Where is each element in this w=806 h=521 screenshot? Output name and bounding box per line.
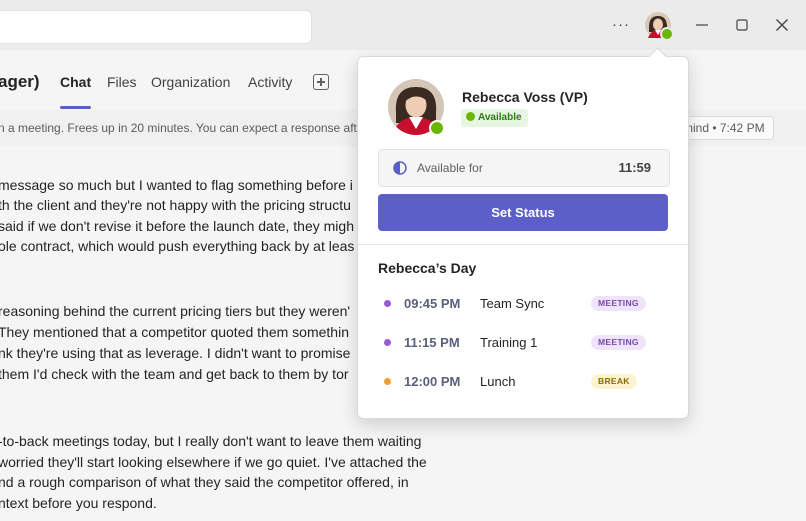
message-line: -to-back meetings today, but I really do… xyxy=(0,433,422,449)
event-title: Training 1 xyxy=(480,335,538,350)
status-badge-label: Available xyxy=(478,112,522,123)
event-dot-icon xyxy=(384,339,391,346)
tab-chat[interactable]: Chat xyxy=(60,74,91,90)
message-line: They mentioned that a competitor quoted … xyxy=(0,324,349,340)
schedule-event[interactable]: 12:00 PM Lunch BREAK xyxy=(358,371,688,393)
profile-avatar-button[interactable] xyxy=(645,12,674,41)
event-time: 11:15 PM xyxy=(404,335,460,350)
status-banner-text: n a meeting. Frees up in 20 minutes. You… xyxy=(0,121,364,135)
profile-photo xyxy=(388,79,445,136)
divider xyxy=(358,244,688,245)
event-dot-icon xyxy=(384,378,391,385)
timer-icon xyxy=(393,161,407,175)
event-title: Team Sync xyxy=(480,296,545,311)
maximize-icon[interactable] xyxy=(732,15,752,35)
close-icon[interactable] xyxy=(772,15,792,35)
set-status-button[interactable]: Set Status xyxy=(378,194,668,231)
message-line: ntext before you respond. xyxy=(0,495,157,511)
profile-card-popover: Rebecca Voss (VP) Available Available fo… xyxy=(357,56,689,419)
event-tag: MEETING xyxy=(591,335,646,350)
available-for-time: 11:59 xyxy=(618,160,651,175)
event-dot-icon xyxy=(384,300,391,307)
message-line: message so much but I wanted to flag som… xyxy=(0,177,353,193)
event-tag: BREAK xyxy=(591,374,637,389)
add-tab-icon[interactable] xyxy=(313,74,329,90)
presence-available-icon xyxy=(660,27,674,41)
title-bar: ··· xyxy=(0,0,806,50)
presence-available-icon xyxy=(429,120,445,136)
message-line: ole contract, which would push everythin… xyxy=(0,238,355,254)
profile-name: Rebecca Voss (VP) xyxy=(462,89,588,105)
message-line: nk they're using that as leverage. I did… xyxy=(0,345,351,361)
day-heading: Rebecca’s Day xyxy=(378,260,477,276)
message-line: worried they'll start looking elsewhere … xyxy=(0,454,427,470)
status-badge[interactable]: Available xyxy=(461,109,528,127)
minimize-icon[interactable] xyxy=(692,15,712,35)
tab-activity[interactable]: Activity xyxy=(248,74,292,90)
message-line: them I'd check with the team and get bac… xyxy=(0,366,349,382)
message-line: th the client and they're not happy with… xyxy=(0,197,351,213)
message-line: nd a rough comparison of what they said … xyxy=(0,474,409,490)
schedule-event[interactable]: 11:15 PM Training 1 MEETING xyxy=(358,332,688,354)
active-tab-indicator xyxy=(60,106,91,109)
schedule-event[interactable]: 09:45 PM Team Sync MEETING xyxy=(358,293,688,315)
chat-title: ager) xyxy=(0,72,40,91)
available-for-box: Available for 11:59 xyxy=(378,149,670,187)
tab-organization[interactable]: Organization xyxy=(151,74,230,90)
more-options-button[interactable]: ··· xyxy=(608,14,634,36)
event-time: 12:00 PM xyxy=(404,374,461,389)
available-for-label: Available for xyxy=(417,161,483,175)
event-title: Lunch xyxy=(480,374,516,389)
message-line: reasoning behind the current pricing tie… xyxy=(0,303,351,319)
event-time: 09:45 PM xyxy=(404,296,461,311)
message-line: said if we don't revise it before the la… xyxy=(0,218,354,234)
search-input[interactable] xyxy=(0,10,312,44)
event-tag: MEETING xyxy=(591,296,646,311)
status-dot-icon xyxy=(466,112,475,121)
tab-files[interactable]: Files xyxy=(107,74,137,90)
